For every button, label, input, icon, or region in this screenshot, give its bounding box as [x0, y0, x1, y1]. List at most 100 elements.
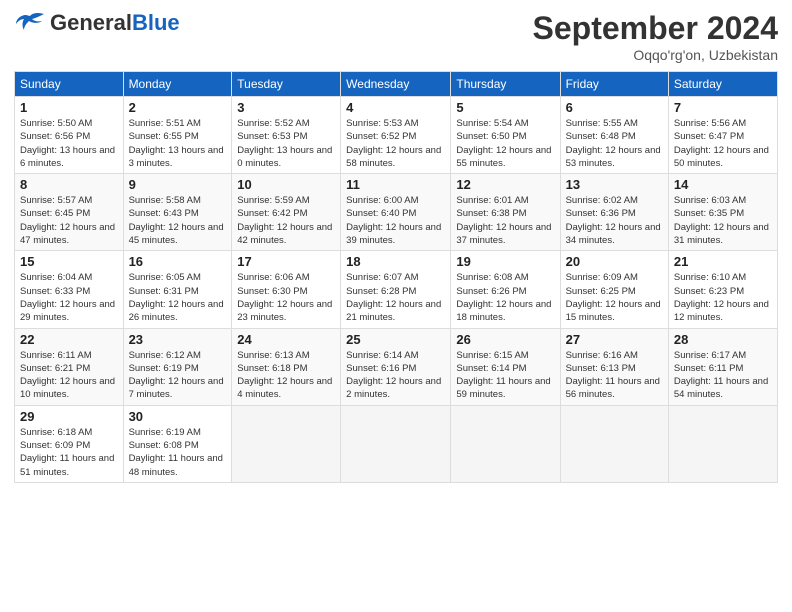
day-info: Sunrise: 6:04 AMSunset: 6:33 PMDaylight:…: [20, 272, 115, 323]
day-number: 17: [237, 254, 335, 269]
table-row: [451, 405, 560, 482]
calendar-row: 22Sunrise: 6:11 AMSunset: 6:21 PMDayligh…: [15, 328, 778, 405]
calendar-header-row: Sunday Monday Tuesday Wednesday Thursday…: [15, 72, 778, 97]
day-info: Sunrise: 5:58 AMSunset: 6:43 PMDaylight:…: [129, 195, 224, 246]
day-info: Sunrise: 6:18 AMSunset: 6:09 PMDaylight:…: [20, 427, 114, 478]
table-row: 17 Sunrise: 6:06 AMSunset: 6:30 PMDayligh…: [232, 251, 341, 328]
day-info: Sunrise: 6:01 AMSunset: 6:38 PMDaylight:…: [456, 195, 551, 246]
calendar-table: Sunday Monday Tuesday Wednesday Thursday…: [14, 71, 778, 483]
table-row: 12 Sunrise: 6:01 AMSunset: 6:38 PMDayligh…: [451, 174, 560, 251]
day-info: Sunrise: 6:12 AMSunset: 6:19 PMDaylight:…: [129, 350, 224, 401]
table-row: 10Sunrise: 5:59 AMSunset: 6:42 PMDayligh…: [232, 174, 341, 251]
table-row: 2Sunrise: 5:51 AMSunset: 6:55 PMDaylight…: [123, 97, 232, 174]
calendar-row: 1 Sunrise: 5:50 AMSunset: 6:56 PMDaylight…: [15, 97, 778, 174]
table-row: 24Sunrise: 6:13 AMSunset: 6:18 PMDayligh…: [232, 328, 341, 405]
day-number: 19: [456, 254, 554, 269]
day-number: 21: [674, 254, 772, 269]
table-row: [668, 405, 777, 482]
table-row: 19 Sunrise: 6:08 AMSunset: 6:26 PMDayligh…: [451, 251, 560, 328]
table-row: 23 Sunrise: 6:12 AMSunset: 6:19 PMDayligh…: [123, 328, 232, 405]
table-row: 27Sunrise: 6:16 AMSunset: 6:13 PMDayligh…: [560, 328, 668, 405]
table-row: 9 Sunrise: 5:58 AMSunset: 6:43 PMDaylight…: [123, 174, 232, 251]
title-area: September 2024 Oqqo'rg'on, Uzbekistan: [533, 10, 778, 63]
table-row: 16 Sunrise: 6:05 AMSunset: 6:31 PMDayligh…: [123, 251, 232, 328]
day-info: Sunrise: 6:16 AMSunset: 6:13 PMDaylight:…: [566, 350, 660, 401]
table-row: 15 Sunrise: 6:04 AMSunset: 6:33 PMDayligh…: [15, 251, 124, 328]
day-number: 30: [129, 409, 227, 424]
day-info: Sunrise: 6:02 AMSunset: 6:36 PMDaylight:…: [566, 195, 661, 246]
month-title: September 2024: [533, 10, 778, 47]
table-row: 13 Sunrise: 6:02 AMSunset: 6:36 PMDayligh…: [560, 174, 668, 251]
day-info: Sunrise: 6:00 AMSunset: 6:40 PMDaylight:…: [346, 195, 441, 246]
day-info: Sunrise: 6:03 AMSunset: 6:35 PMDaylight:…: [674, 195, 769, 246]
day-number: 29: [20, 409, 118, 424]
day-info: Sunrise: 5:59 AMSunset: 6:42 PMDaylight:…: [237, 195, 332, 246]
col-monday: Monday: [123, 72, 232, 97]
calendar-body: 1 Sunrise: 5:50 AMSunset: 6:56 PMDaylight…: [15, 97, 778, 483]
table-row: 30 Sunrise: 6:19 AMSunset: 6:08 PMDayligh…: [123, 405, 232, 482]
day-info: Sunrise: 5:50 AMSunset: 6:56 PMDaylight:…: [20, 118, 115, 169]
page-container: GeneralBlue September 2024 Oqqo'rg'on, U…: [0, 0, 792, 493]
day-number: 22: [20, 332, 118, 347]
table-row: 18 Sunrise: 6:07 AMSunset: 6:28 PMDayligh…: [341, 251, 451, 328]
day-number: 7: [674, 100, 772, 115]
table-row: [232, 405, 341, 482]
table-row: 4 Sunrise: 5:53 AMSunset: 6:52 PMDaylight…: [341, 97, 451, 174]
table-row: [341, 405, 451, 482]
day-number: 11: [346, 177, 445, 192]
day-info: Sunrise: 5:57 AMSunset: 6:45 PMDaylight:…: [20, 195, 115, 246]
table-row: 20Sunrise: 6:09 AMSunset: 6:25 PMDayligh…: [560, 251, 668, 328]
day-info: Sunrise: 6:13 AMSunset: 6:18 PMDaylight:…: [237, 350, 332, 401]
day-number: 14: [674, 177, 772, 192]
day-info: Sunrise: 6:07 AMSunset: 6:28 PMDaylight:…: [346, 272, 441, 323]
day-info: Sunrise: 5:56 AMSunset: 6:47 PMDaylight:…: [674, 118, 769, 169]
table-row: 8Sunrise: 5:57 AMSunset: 6:45 PMDaylight…: [15, 174, 124, 251]
day-number: 1: [20, 100, 118, 115]
logo-bird-icon: [14, 12, 46, 34]
calendar-row: 8Sunrise: 5:57 AMSunset: 6:45 PMDaylight…: [15, 174, 778, 251]
day-info: Sunrise: 6:19 AMSunset: 6:08 PMDaylight:…: [129, 427, 223, 478]
table-row: 28 Sunrise: 6:17 AMSunset: 6:11 PMDayligh…: [668, 328, 777, 405]
day-number: 26: [456, 332, 554, 347]
day-info: Sunrise: 5:55 AMSunset: 6:48 PMDaylight:…: [566, 118, 661, 169]
calendar-row: 29 Sunrise: 6:18 AMSunset: 6:09 PMDayligh…: [15, 405, 778, 482]
day-number: 3: [237, 100, 335, 115]
table-row: 29 Sunrise: 6:18 AMSunset: 6:09 PMDayligh…: [15, 405, 124, 482]
day-number: 6: [566, 100, 663, 115]
day-info: Sunrise: 5:51 AMSunset: 6:55 PMDaylight:…: [129, 118, 224, 169]
day-info: Sunrise: 5:53 AMSunset: 6:52 PMDaylight:…: [346, 118, 441, 169]
day-number: 9: [129, 177, 227, 192]
day-info: Sunrise: 6:17 AMSunset: 6:11 PMDaylight:…: [674, 350, 768, 401]
table-row: 11 Sunrise: 6:00 AMSunset: 6:40 PMDayligh…: [341, 174, 451, 251]
col-saturday: Saturday: [668, 72, 777, 97]
table-row: 21 Sunrise: 6:10 AMSunset: 6:23 PMDayligh…: [668, 251, 777, 328]
logo: GeneralBlue: [14, 10, 180, 36]
day-number: 18: [346, 254, 445, 269]
col-wednesday: Wednesday: [341, 72, 451, 97]
table-row: 14 Sunrise: 6:03 AMSunset: 6:35 PMDayligh…: [668, 174, 777, 251]
day-number: 23: [129, 332, 227, 347]
header: GeneralBlue September 2024 Oqqo'rg'on, U…: [14, 10, 778, 63]
day-number: 5: [456, 100, 554, 115]
table-row: 6 Sunrise: 5:55 AMSunset: 6:48 PMDaylight…: [560, 97, 668, 174]
day-number: 12: [456, 177, 554, 192]
day-info: Sunrise: 6:06 AMSunset: 6:30 PMDaylight:…: [237, 272, 332, 323]
day-number: 13: [566, 177, 663, 192]
table-row: 26Sunrise: 6:15 AMSunset: 6:14 PMDayligh…: [451, 328, 560, 405]
day-number: 15: [20, 254, 118, 269]
day-number: 25: [346, 332, 445, 347]
day-info: Sunrise: 6:05 AMSunset: 6:31 PMDaylight:…: [129, 272, 224, 323]
day-info: Sunrise: 6:10 AMSunset: 6:23 PMDaylight:…: [674, 272, 769, 323]
day-info: Sunrise: 5:52 AMSunset: 6:53 PMDaylight:…: [237, 118, 332, 169]
day-info: Sunrise: 6:14 AMSunset: 6:16 PMDaylight:…: [346, 350, 441, 401]
day-number: 28: [674, 332, 772, 347]
day-info: Sunrise: 6:08 AMSunset: 6:26 PMDaylight:…: [456, 272, 551, 323]
day-number: 4: [346, 100, 445, 115]
table-row: 25 Sunrise: 6:14 AMSunset: 6:16 PMDayligh…: [341, 328, 451, 405]
table-row: [560, 405, 668, 482]
day-info: Sunrise: 5:54 AMSunset: 6:50 PMDaylight:…: [456, 118, 551, 169]
calendar-row: 15 Sunrise: 6:04 AMSunset: 6:33 PMDayligh…: [15, 251, 778, 328]
day-number: 16: [129, 254, 227, 269]
logo-general: GeneralBlue: [50, 10, 180, 36]
col-thursday: Thursday: [451, 72, 560, 97]
